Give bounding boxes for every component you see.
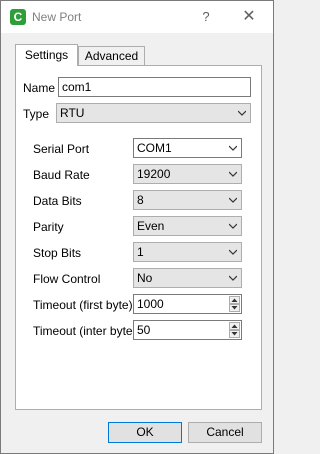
- tab-settings[interactable]: Settings: [15, 44, 78, 66]
- serial-port-value: COM1: [137, 141, 172, 155]
- type-select-value: RTU: [60, 106, 85, 120]
- timeout-first-value: 1000: [137, 297, 164, 311]
- caret-down-icon: [231, 332, 238, 336]
- spin-up-button[interactable]: [229, 322, 240, 330]
- spin-up-button[interactable]: [229, 296, 240, 304]
- chevron-down-icon: [229, 171, 237, 177]
- serial-port-label: Serial Port: [33, 142, 90, 156]
- spin-down-button[interactable]: [229, 330, 240, 338]
- caret-down-icon: [231, 306, 238, 310]
- serial-port-select[interactable]: COM1: [133, 138, 242, 158]
- spin-arrows: [229, 322, 240, 338]
- flow-control-select[interactable]: No: [133, 268, 242, 288]
- help-button[interactable]: ?: [199, 7, 213, 27]
- tab-advanced[interactable]: Advanced: [78, 46, 145, 65]
- data-bits-select[interactable]: 8: [133, 190, 242, 210]
- timeout-inter-spinbox[interactable]: 50: [133, 320, 242, 340]
- window-title: New Port: [32, 10, 82, 24]
- caret-up-icon: [231, 298, 238, 302]
- parity-value: Even: [137, 219, 165, 233]
- spin-down-button[interactable]: [229, 304, 240, 312]
- stop-bits-value: 1: [137, 245, 144, 259]
- cancel-button[interactable]: Cancel: [188, 422, 262, 443]
- ok-button[interactable]: OK: [108, 422, 182, 443]
- stop-bits-label: Stop Bits: [33, 246, 82, 260]
- chevron-down-icon: [238, 110, 246, 116]
- baud-rate-label: Baud Rate: [33, 168, 90, 182]
- type-select[interactable]: RTU: [56, 103, 251, 123]
- data-bits-value: 8: [137, 193, 144, 207]
- name-input[interactable]: com1: [58, 77, 251, 97]
- data-bits-label: Data Bits: [33, 194, 82, 208]
- chevron-down-icon: [229, 223, 237, 229]
- flow-control-label: Flow Control: [33, 272, 101, 286]
- parity-label: Parity: [33, 220, 64, 234]
- chevron-down-icon: [229, 249, 237, 255]
- new-port-dialog: C New Port ? ✕ Settings Advanced Name co…: [0, 0, 274, 454]
- timeout-inter-value: 50: [137, 323, 151, 337]
- title-bar: C New Port ? ✕: [1, 1, 273, 33]
- settings-panel: Name com1 Type RTU Serial Port COM1 Baud…: [15, 65, 262, 410]
- app-icon: C: [10, 9, 26, 25]
- name-label: Name: [23, 81, 56, 95]
- timeout-first-spinbox[interactable]: 1000: [133, 294, 242, 314]
- baud-rate-select[interactable]: 19200: [133, 164, 242, 184]
- chevron-down-icon: [229, 145, 237, 151]
- close-button[interactable]: ✕: [239, 6, 259, 28]
- stop-bits-select[interactable]: 1: [133, 242, 242, 262]
- timeout-inter-label: Timeout (inter byte): [33, 324, 137, 338]
- spin-arrows: [229, 296, 240, 312]
- caret-up-icon: [231, 324, 238, 328]
- parity-select[interactable]: Even: [133, 216, 242, 236]
- chevron-down-icon: [229, 197, 237, 203]
- flow-control-value: No: [137, 271, 153, 285]
- timeout-first-label: Timeout (first byte): [33, 298, 133, 312]
- baud-rate-value: 19200: [137, 167, 171, 181]
- type-label: Type: [23, 107, 50, 121]
- chevron-down-icon: [229, 275, 237, 281]
